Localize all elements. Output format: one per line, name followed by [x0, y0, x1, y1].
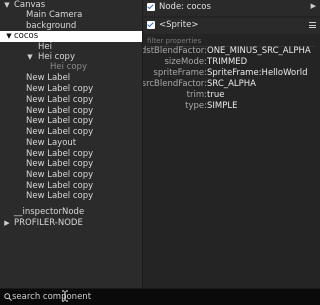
property-value[interactable]: SpriteFrame:HelloWorld — [207, 68, 307, 79]
tree-node-new-label[interactable]: New Label — [0, 73, 142, 84]
property-value[interactable]: ONE_MINUS_SRC_ALPHA — [207, 46, 311, 57]
tree-node-label: __inspectorNode — [14, 207, 85, 217]
tree-node-new-label-copy[interactable]: New Label copy — [0, 127, 142, 138]
tree-node-label: New Label copy — [26, 170, 94, 180]
tree-node-new-layout[interactable]: New Layout — [0, 138, 142, 149]
property-key: spriteFrame: — [153, 68, 207, 78]
property-value[interactable]: TRIMMED — [207, 57, 247, 68]
property-key: trim: — [186, 90, 207, 100]
tree-node-label: New Layout — [26, 138, 77, 148]
hierarchy-tree: ▼ Canvas Main Camera background ▼ cocos … — [0, 0, 142, 288]
property-value[interactable]: SIMPLE — [207, 101, 237, 112]
tree-node-new-label-copy[interactable]: New Label copy — [0, 159, 142, 170]
search-icon — [4, 293, 12, 301]
node-header[interactable]: Node: cocos ▶ — [143, 0, 320, 16]
tree-node-label: New Label copy — [26, 191, 94, 201]
expand-arrow-icon[interactable]: ▶ — [3, 218, 11, 229]
node-title: Node: cocos — [159, 2, 211, 12]
inspector-panel: Node: cocos ▶ <Sprite> filter properties… — [143, 0, 320, 288]
property-value[interactable]: SRC_ALPHA — [207, 79, 256, 90]
property-row[interactable]: trim: true — [143, 90, 320, 101]
property-key: dstBlendFactor: — [143, 46, 207, 56]
text-cursor-icon — [62, 290, 68, 302]
component-search-bar — [0, 288, 320, 305]
tree-node-label: New Label copy — [26, 159, 94, 169]
tree-node-label: New Label — [26, 73, 71, 83]
tree-node-inspector-node[interactable]: __inspectorNode — [0, 207, 142, 218]
property-row[interactable]: type: SIMPLE — [143, 101, 320, 112]
search-component-input[interactable] — [12, 290, 312, 304]
tree-node-label: cocos — [14, 31, 39, 41]
property-row[interactable]: sizeMode: TRIMMED — [143, 57, 320, 68]
tree-node-new-label-copy[interactable]: New Label copy — [0, 95, 142, 106]
component-title: <Sprite> — [159, 20, 199, 30]
tree-node-label: New Label copy — [26, 116, 94, 126]
sprite-enabled-checkbox[interactable] — [147, 21, 155, 29]
tree-node-main-camera[interactable]: Main Camera — [0, 10, 142, 21]
inspector-app: ▼ Canvas Main Camera background ▼ cocos … — [0, 0, 320, 305]
tree-node-cocos[interactable]: ▼ cocos — [0, 31, 142, 42]
node-active-checkbox[interactable] — [147, 3, 155, 11]
tree-node-hei-copy-child[interactable]: Hei copy — [0, 62, 142, 73]
menu-icon[interactable] — [309, 22, 316, 28]
expand-arrow-icon[interactable]: ▼ — [5, 31, 13, 42]
tree-node-new-label-copy[interactable]: New Label copy — [0, 191, 142, 202]
sprite-component-header[interactable]: <Sprite> — [143, 18, 320, 34]
tree-node-new-label-copy[interactable]: New Label copy — [0, 84, 142, 95]
tree-node-label: New Label copy — [26, 95, 94, 105]
property-row[interactable]: srcBlendFactor: SRC_ALPHA — [143, 79, 320, 90]
property-key: type: — [185, 101, 207, 111]
property-value[interactable]: true — [207, 90, 224, 101]
tree-node-new-label-copy[interactable]: New Label copy — [0, 170, 142, 181]
property-key: srcBlendFactor: — [143, 79, 207, 89]
collapse-arrow-icon[interactable]: ▶ — [311, 2, 316, 10]
tree-node-new-label-copy[interactable]: New Label copy — [0, 116, 142, 127]
property-row[interactable]: spriteFrame: SpriteFrame:HelloWorld — [143, 68, 320, 79]
property-row[interactable]: dstBlendFactor: ONE_MINUS_SRC_ALPHA — [143, 46, 320, 57]
tree-node-profiler-node[interactable]: ▶ PROFILER-NODE — [0, 218, 142, 229]
tree-node-label: Hei copy — [50, 62, 87, 72]
tree-node-label: New Label copy — [26, 127, 94, 137]
tree-node-label: Main Camera — [26, 10, 83, 20]
property-key: sizeMode: — [164, 57, 207, 67]
tree-node-label: New Label copy — [26, 84, 94, 94]
tree-node-label: PROFILER-NODE — [14, 218, 83, 228]
